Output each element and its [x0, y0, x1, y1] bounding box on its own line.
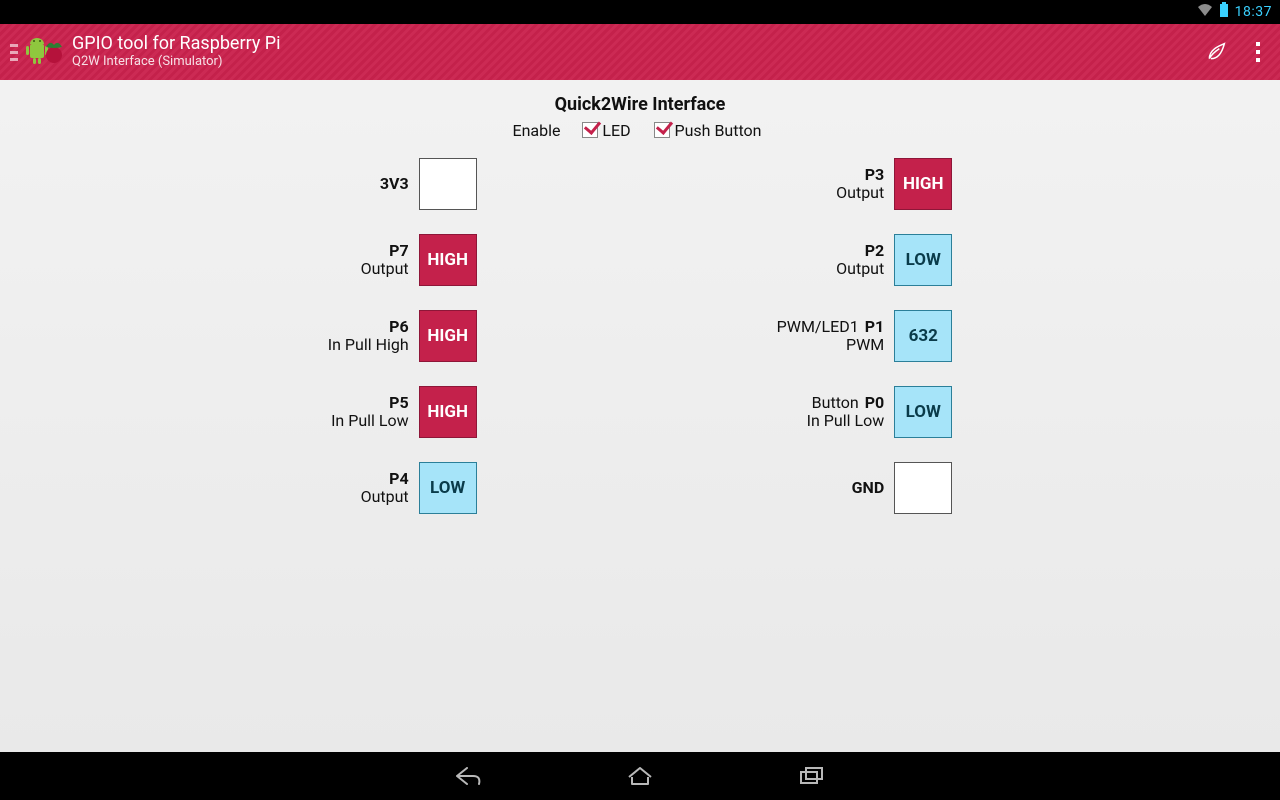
pin-state-box[interactable]: LOW [894, 386, 952, 438]
wifi-icon [1197, 3, 1213, 21]
pin-state-box[interactable]: LOW [894, 234, 952, 286]
actionbar-titles: GPIO tool for Raspberry Pi Q2W Interface… [72, 34, 281, 70]
pin-mode: Output [361, 488, 409, 506]
pin-name: P6 [389, 317, 409, 336]
battery-icon [1219, 2, 1229, 22]
pin-mode: Output [836, 260, 884, 278]
right-pin-column: P3OutputHIGHP2OutputLOWPWM/LED1P1PWM632B… [777, 158, 953, 514]
pin-state-box[interactable]: HIGH [419, 234, 477, 286]
pin-mode: Output [836, 184, 884, 202]
checkbox-icon [582, 122, 598, 138]
system-nav-bar [0, 752, 1280, 800]
pin-row: P4Output LOW [328, 462, 477, 514]
pin-state-box[interactable]: 632 [894, 310, 952, 362]
pin-mode: Output [361, 260, 409, 278]
pin-name: 3V3 [380, 174, 409, 193]
pin-state-box[interactable] [894, 462, 952, 514]
pin-row: Button P0In Pull Low LOW [777, 386, 953, 438]
pin-name: P4 [389, 469, 409, 488]
pin-row: PWM/LED1 P1PWM 632 [777, 310, 953, 362]
pin-state-box[interactable]: HIGH [419, 310, 477, 362]
checkbox-icon [654, 122, 670, 138]
pin-labels: GND [852, 479, 885, 497]
section-title: Quick2Wire Interface [0, 94, 1280, 115]
pin-row: P3Output HIGH [777, 158, 953, 210]
pin-row: GND [777, 462, 953, 514]
drawer-indicator-icon[interactable] [10, 44, 20, 61]
back-button[interactable] [452, 760, 484, 792]
pin-labels: P5In Pull Low [331, 394, 409, 431]
pin-labels: P4Output [361, 470, 409, 507]
pin-name: GND [852, 478, 885, 497]
action-bar: GPIO tool for Raspberry Pi Q2W Interface… [0, 24, 1280, 80]
pin-mode: In Pull Low [807, 412, 885, 430]
pin-name: P3 [865, 165, 885, 184]
pin-row: P7Output HIGH [328, 234, 477, 286]
pin-name: P1 [865, 317, 885, 336]
pin-row: 3V3 [328, 158, 477, 210]
enable-row: Enable LED Push Button [0, 121, 1280, 140]
actionbar-subtitle: Q2W Interface (Simulator) [72, 55, 281, 70]
pin-name: P2 [865, 241, 885, 260]
pin-state-box[interactable]: HIGH [419, 386, 477, 438]
leaf-icon[interactable] [1206, 42, 1226, 62]
pin-labels: P6In Pull High [328, 318, 409, 355]
pin-labels: 3V3 [380, 175, 409, 193]
pin-mode: PWM [777, 336, 885, 354]
actionbar-title: GPIO tool for Raspberry Pi [72, 34, 281, 55]
status-bar: 18:37 [0, 0, 1280, 24]
pin-extra-label: Button [812, 393, 859, 412]
left-pin-column: 3V3P7OutputHIGHP6In Pull HighHIGHP5In Pu… [328, 158, 477, 514]
content-area: Quick2Wire Interface Enable LED Push But… [0, 80, 1280, 752]
pin-mode: In Pull High [328, 336, 409, 354]
pushbutton-checkbox[interactable]: Push Button [654, 121, 761, 140]
led-checkbox[interactable]: LED [582, 121, 634, 140]
pin-row: P5In Pull Low HIGH [328, 386, 477, 438]
pin-extra-label: PWM/LED1 [777, 317, 859, 336]
pin-name: P7 [389, 241, 409, 260]
app-icon[interactable] [26, 34, 62, 70]
pin-row: P6In Pull High HIGH [328, 310, 477, 362]
pin-state-box[interactable]: LOW [419, 462, 477, 514]
overflow-menu-icon[interactable] [1252, 38, 1264, 66]
pin-labels: PWM/LED1 P1PWM [777, 318, 885, 355]
pin-state-box[interactable] [419, 158, 477, 210]
recents-button[interactable] [796, 760, 828, 792]
home-button[interactable] [624, 760, 656, 792]
pin-labels: P2Output [836, 242, 884, 279]
enable-label: Enable [512, 121, 560, 140]
pin-state-box[interactable]: HIGH [894, 158, 952, 210]
pin-mode: In Pull Low [331, 412, 409, 430]
pin-name: P5 [389, 393, 409, 412]
pin-labels: P3Output [836, 166, 884, 203]
pin-labels: Button P0In Pull Low [807, 394, 885, 431]
pin-labels: P7Output [361, 242, 409, 279]
pin-row: P2Output LOW [777, 234, 953, 286]
pin-name: P0 [865, 393, 885, 412]
status-clock: 18:37 [1235, 4, 1272, 20]
